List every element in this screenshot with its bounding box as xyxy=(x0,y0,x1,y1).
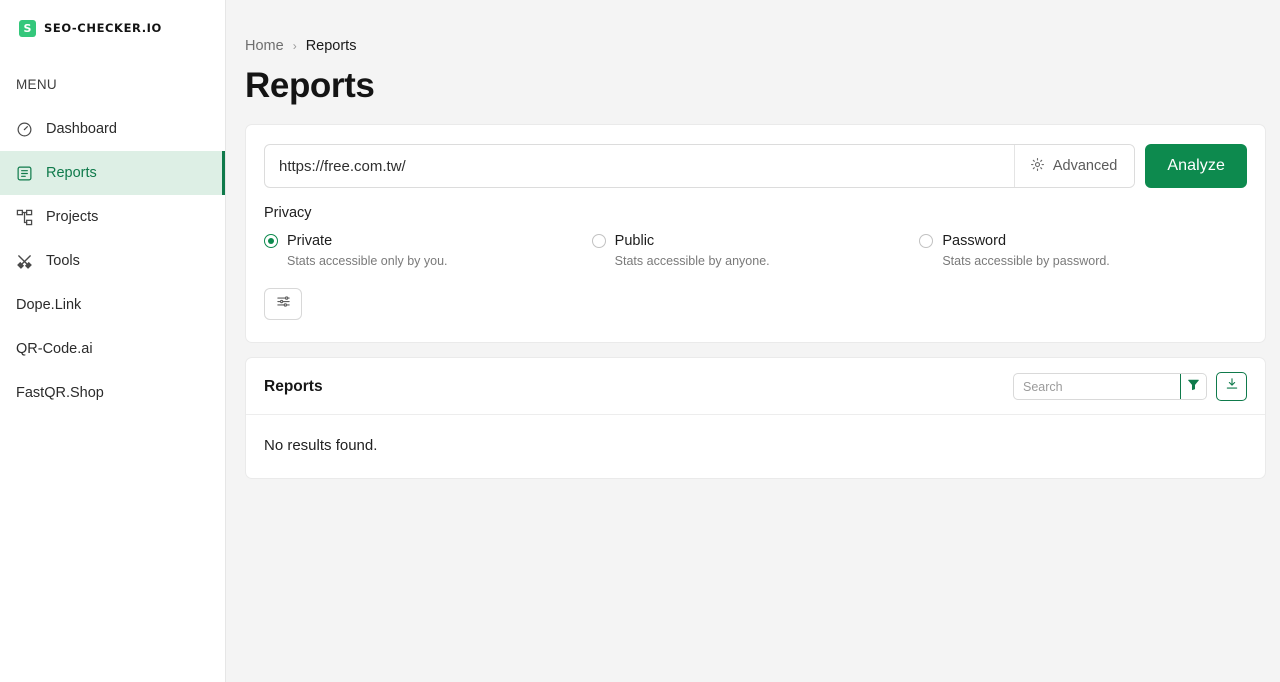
reports-card-title: Reports xyxy=(264,377,323,395)
breadcrumb-current: Reports xyxy=(305,38,357,54)
sliders-icon xyxy=(276,294,291,314)
url-input-group: Advanced xyxy=(264,144,1136,188)
sidebar-item-label: Tools xyxy=(46,253,80,269)
sidebar-item-reports[interactable]: Reports xyxy=(0,151,225,195)
privacy-radio-group: Private Stats accessible only by you. Pu… xyxy=(264,233,1247,268)
advanced-button[interactable]: Advanced xyxy=(1013,145,1135,187)
url-analyze-row: Advanced Analyze xyxy=(264,144,1247,188)
privacy-option-label: Private xyxy=(287,233,333,249)
list-icon xyxy=(16,165,33,182)
radio-public[interactable] xyxy=(591,234,606,248)
reports-toolbar xyxy=(1013,372,1247,401)
sidebar-item-label: Projects xyxy=(46,209,99,225)
reports-card-header: Reports xyxy=(246,358,1265,415)
brand-name: SEO-CHECKER.IO xyxy=(44,21,162,35)
privacy-option-label: Public xyxy=(614,233,655,249)
radio-password[interactable] xyxy=(919,234,934,248)
settings-toggle-button[interactable] xyxy=(264,288,302,320)
radio-private[interactable] xyxy=(264,234,278,248)
sidebar-item-label: FastQR.Shop xyxy=(16,385,104,401)
url-input[interactable] xyxy=(265,145,1014,187)
sidebar-item-projects[interactable]: Projects xyxy=(0,195,225,239)
menu-section-label: MENU xyxy=(16,77,57,92)
gear-icon xyxy=(1030,157,1045,176)
gauge-icon xyxy=(16,121,33,138)
filter-button[interactable] xyxy=(1180,374,1206,399)
analyze-card: Advanced Analyze Privacy Private Stats a… xyxy=(245,124,1266,343)
sidebar: S SEO-CHECKER.IO MENU Dashboard Reports … xyxy=(0,0,226,682)
download-button[interactable] xyxy=(1216,372,1247,401)
tools-icon xyxy=(16,253,33,270)
sidebar-item-label: Dashboard xyxy=(46,121,117,137)
download-icon xyxy=(1225,377,1239,396)
reports-empty-state: No results found. xyxy=(264,437,378,454)
sitemap-icon xyxy=(16,209,33,226)
main-content: Home › Reports Reports https://free.com.… xyxy=(226,0,1280,682)
privacy-label: Privacy xyxy=(264,205,312,221)
sidebar-item-label: QR-Code.ai xyxy=(16,341,93,357)
funnel-icon xyxy=(1187,378,1200,396)
analyze-button[interactable]: Analyze xyxy=(1145,144,1247,188)
privacy-option-desc: Stats accessible by anyone. xyxy=(614,254,770,268)
privacy-option-desc: Stats accessible by password. xyxy=(942,254,1110,268)
advanced-button-label: Advanced xyxy=(1052,158,1118,174)
app-root: S SEO-CHECKER.IO MENU Dashboard Reports … xyxy=(0,0,1280,682)
sidebar-item-fastqr-shop[interactable]: FastQR.Shop xyxy=(0,371,225,415)
chevron-right-icon: › xyxy=(292,39,297,53)
sidebar-nav: Dashboard Reports Projects Tools Dope.Li… xyxy=(0,107,225,415)
reports-card: Reports Search No results found. xyxy=(245,357,1266,479)
sidebar-item-dope-link[interactable]: Dope.Link xyxy=(0,283,225,327)
page-title: Reports xyxy=(245,66,375,105)
privacy-option-desc: Stats accessible only by you. xyxy=(287,254,448,268)
sidebar-item-label: Dope.Link xyxy=(16,297,82,313)
privacy-option-password[interactable]: Password Stats accessible by password. xyxy=(919,233,1247,268)
search-group xyxy=(1013,373,1207,400)
privacy-option-public[interactable]: Public Stats accessible by anyone. xyxy=(591,233,920,268)
privacy-option-label: Password xyxy=(942,233,1007,249)
sidebar-item-dashboard[interactable]: Dashboard xyxy=(0,107,225,151)
sidebar-item-tools[interactable]: Tools xyxy=(0,239,225,283)
breadcrumb-home-link[interactable]: Home xyxy=(245,38,284,54)
breadcrumb: Home › Reports xyxy=(245,0,1266,54)
privacy-option-private[interactable]: Private Stats accessible only by you. xyxy=(264,233,592,268)
search-input[interactable] xyxy=(1014,374,1180,399)
sidebar-item-qr-code-ai[interactable]: QR-Code.ai xyxy=(0,327,225,371)
logo-mark-icon: S xyxy=(19,19,36,37)
sidebar-item-label: Reports xyxy=(46,165,97,181)
brand-logo[interactable]: S SEO-CHECKER.IO xyxy=(0,0,225,37)
